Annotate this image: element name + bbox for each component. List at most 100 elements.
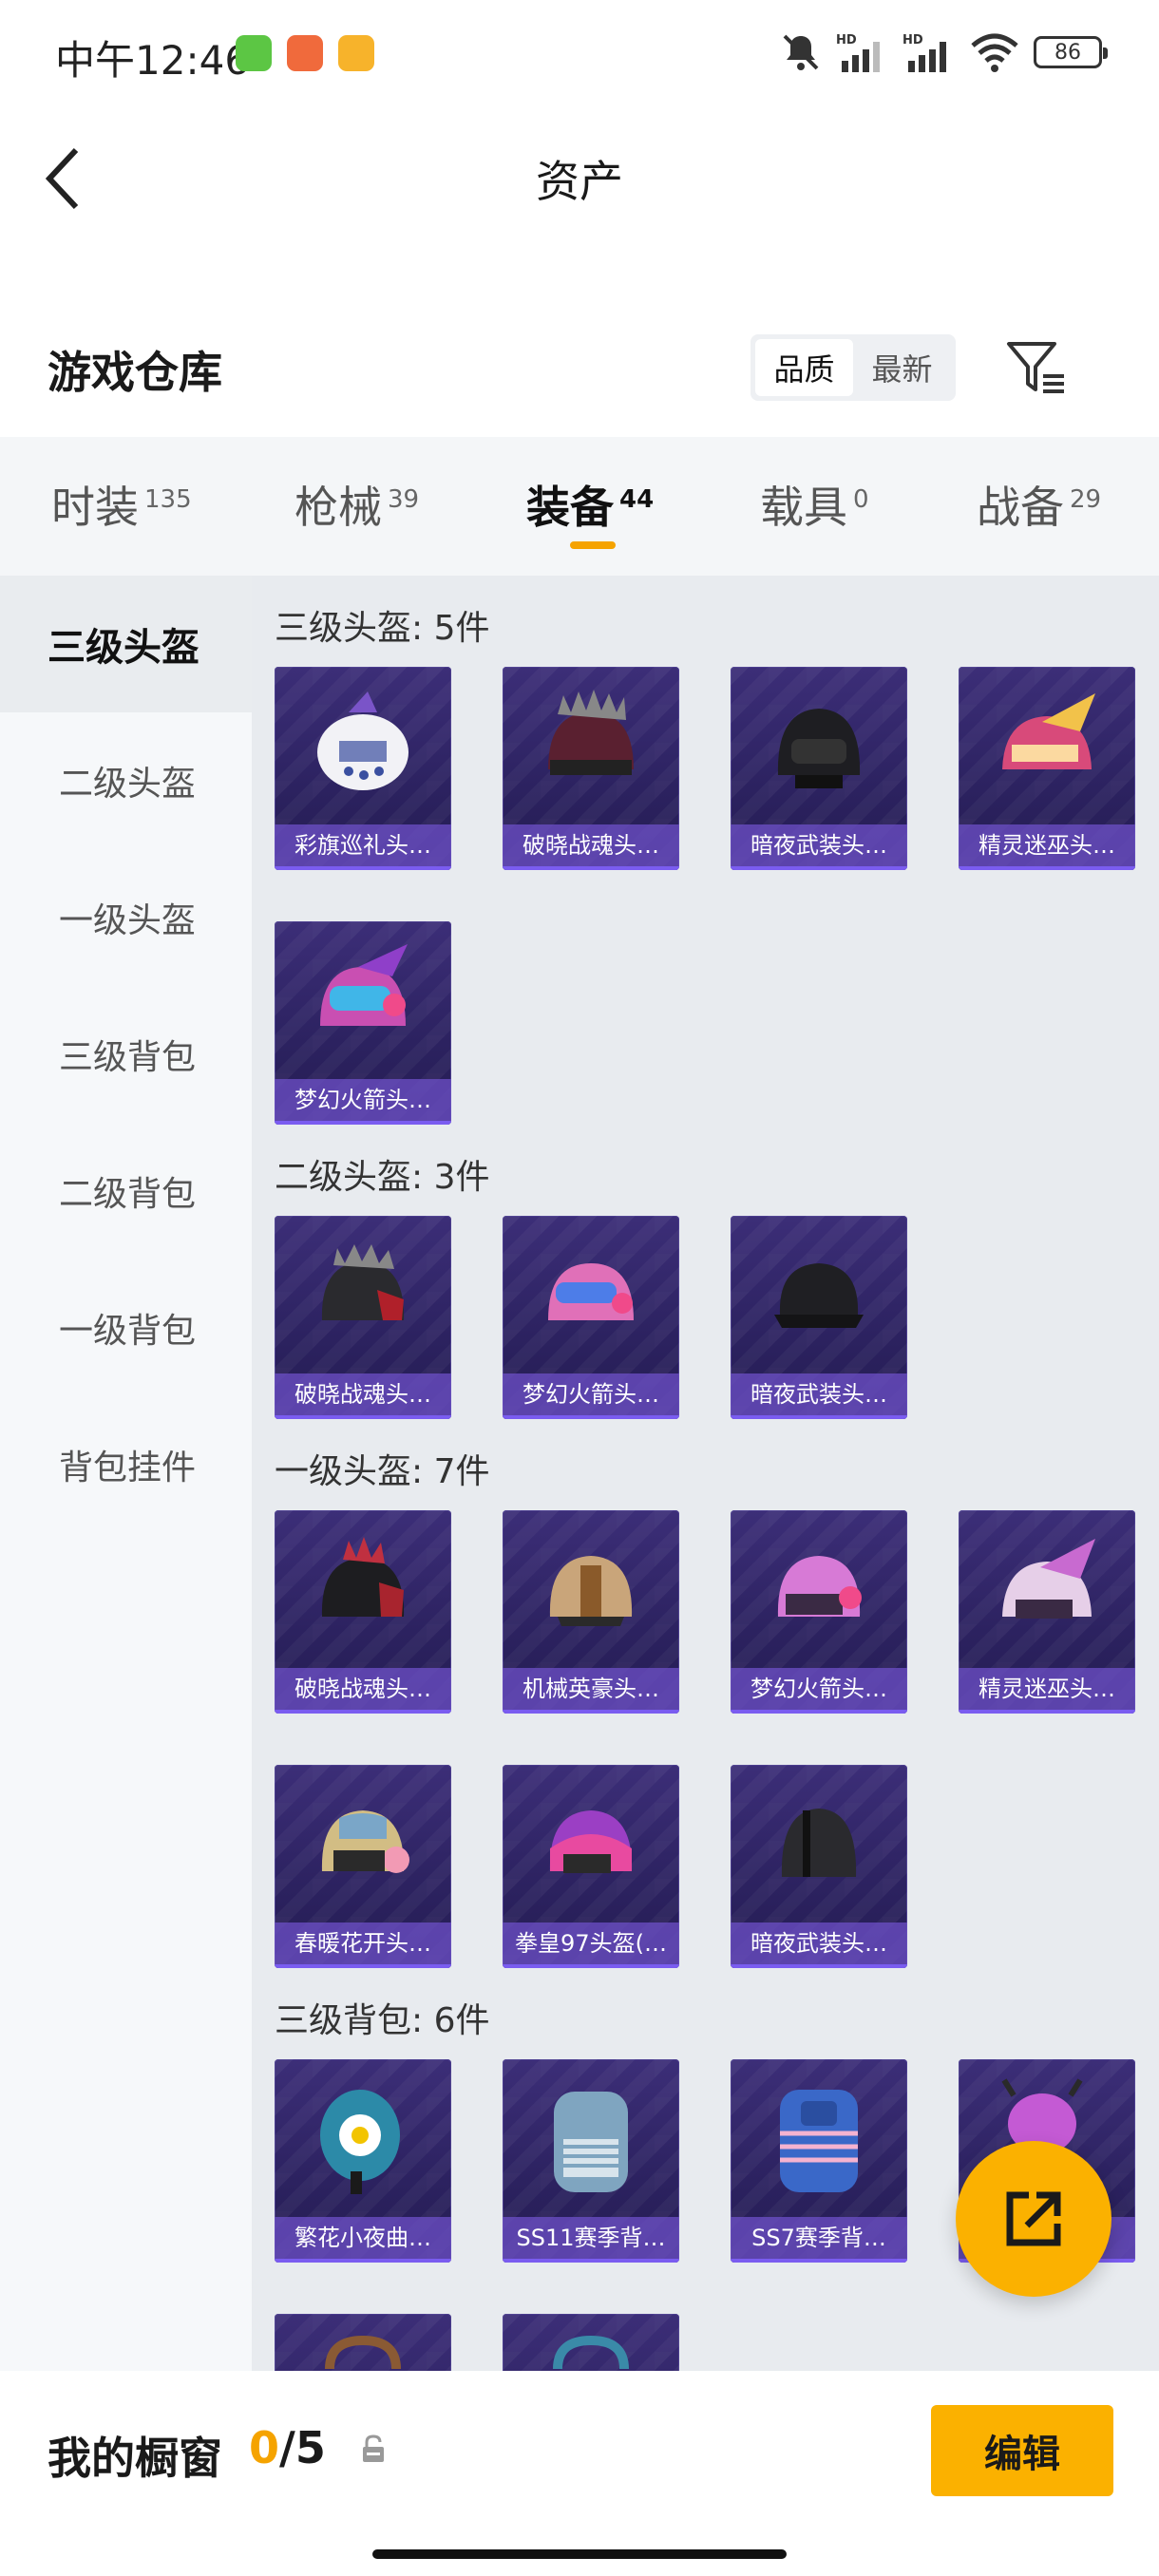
helmet-icon — [777, 709, 861, 788]
external-link-icon — [1006, 2191, 1061, 2246]
tab-label: 载具 — [760, 482, 847, 533]
tab-count: 39 — [388, 484, 420, 514]
item-name: 暗夜武装头… — [731, 1373, 907, 1419]
item-card[interactable]: 暗夜武装头… — [731, 667, 907, 870]
warehouse-title: 游戏仓库 — [48, 347, 222, 398]
item-card[interactable]: 暗夜武装头… — [731, 1765, 907, 1968]
helmet-icon — [549, 1556, 633, 1626]
item-card[interactable]: 梦幻火箭头… — [731, 1510, 907, 1714]
backpack-icon — [554, 2092, 628, 2192]
helmet-icon — [774, 1263, 864, 1328]
helmet-icon — [549, 1810, 633, 1873]
item-grid: 三级头盔: 5件 彩旗巡礼头… 破晓战魂头… 暗夜武装头… 精灵迷巫头… 梦幻火… — [252, 576, 1159, 2371]
store-app-icon — [287, 35, 323, 71]
sidebar-item-lvl3-backpack[interactable]: 三级背包 — [0, 986, 252, 1123]
showcase-current: 0 — [249, 2422, 280, 2473]
tab-count: 0 — [853, 484, 869, 514]
item-card[interactable]: 春暖花开头… — [275, 1765, 451, 1968]
active-tab-indicator — [570, 541, 616, 549]
sidebar-item-lvl2-backpack[interactable]: 二级背包 — [0, 1123, 252, 1260]
item-name: 繁花小夜曲… — [275, 2217, 451, 2263]
mute-icon — [783, 34, 819, 70]
item-name: 破晓战魂头… — [275, 1668, 451, 1714]
item-card[interactable]: 梦幻火箭头… — [275, 921, 451, 1125]
item-card[interactable]: 彩旗巡礼头… — [275, 667, 451, 870]
sort-toggle: 品质 最新 — [750, 334, 956, 401]
item-name: 春暖花开头… — [275, 1923, 451, 1968]
tab-label: 枪械 — [294, 482, 382, 533]
helmet-icon — [1002, 1539, 1095, 1619]
item-name: 彩旗巡礼头… — [275, 824, 451, 870]
lock-icon — [363, 2434, 384, 2462]
showcase-count: 0/5 — [249, 2422, 326, 2473]
tab-count: 135 — [144, 484, 192, 514]
home-indicator[interactable] — [372, 2549, 787, 2559]
item-name: 破晓战魂头… — [503, 824, 679, 870]
battery-icon: 86 — [1034, 36, 1108, 68]
tab-equipment[interactable]: 装备 44 — [526, 473, 654, 536]
item-card[interactable] — [503, 2314, 679, 2371]
item-card[interactable]: 繁花小夜曲… — [275, 2059, 451, 2263]
wifi-icon — [971, 33, 1018, 72]
signal-hd-icon-2: HD — [902, 33, 946, 72]
svg-text:HD: HD — [902, 33, 923, 47]
showcase-label: 我的橱窗 — [48, 2433, 222, 2484]
item-name: SS7赛季背… — [731, 2217, 907, 2263]
item-name: 暗夜武装头… — [731, 824, 907, 870]
helmet-icon — [320, 944, 408, 1026]
item-name: 梦幻火箭头… — [503, 1373, 679, 1419]
item-card[interactable]: 暗夜武装头… — [731, 1216, 907, 1419]
helmet-icon — [548, 690, 634, 775]
group-title: 一级头盔: 7件 — [275, 1452, 490, 1491]
sidebar-item-lvl1-backpack[interactable]: 一级背包 — [0, 1260, 252, 1396]
backpack-icon — [553, 2335, 629, 2370]
item-card[interactable]: 破晓战魂头… — [275, 1216, 451, 1419]
tab-supplies[interactable]: 战备 29 — [977, 473, 1101, 536]
backpack-icon — [780, 2090, 858, 2192]
sidebar-item-lvl3-helmet[interactable]: 三级头盔 — [0, 576, 252, 712]
tab-vehicles[interactable]: 载具 0 — [760, 473, 869, 536]
sidebar: 三级头盔 二级头盔 一级头盔 三级背包 二级背包 一级背包 背包挂件 — [0, 576, 252, 2371]
item-card[interactable]: SS11赛季背… — [503, 2059, 679, 2263]
tab-fashion[interactable]: 时装 135 — [51, 473, 192, 536]
item-card[interactable]: 机械英豪头… — [503, 1510, 679, 1714]
tab-label: 时装 — [51, 482, 139, 533]
item-name: 精灵迷巫头… — [959, 1668, 1135, 1714]
group-title: 三级头盔: 5件 — [275, 609, 490, 648]
item-name: 拳皇97头盔(… — [503, 1923, 679, 1968]
tab-count: 29 — [1070, 484, 1102, 514]
tab-weapons[interactable]: 枪械 39 — [294, 473, 419, 536]
sort-by-newest[interactable]: 最新 — [853, 339, 951, 396]
helmet-icon — [321, 1537, 405, 1617]
sidebar-item-lvl1-helmet[interactable]: 一级头盔 — [0, 849, 252, 986]
backpack-icon — [325, 2335, 401, 2370]
item-name: 精灵迷巫头… — [959, 824, 1135, 870]
item-name: 机械英豪头… — [503, 1668, 679, 1714]
edit-button[interactable]: 编辑 — [931, 2405, 1113, 2496]
item-card[interactable]: 精灵迷巫头… — [959, 667, 1135, 870]
share-button[interactable] — [956, 2141, 1112, 2297]
item-card[interactable]: 破晓战魂头… — [275, 1510, 451, 1714]
item-card[interactable]: 精灵迷巫头… — [959, 1510, 1135, 1714]
helmet-icon — [548, 1263, 634, 1320]
signal-hd-icon: HD — [836, 33, 880, 72]
item-name: 暗夜武装头… — [731, 1923, 907, 1968]
item-card[interactable] — [275, 2314, 451, 2371]
item-card[interactable]: 拳皇97头盔(… — [503, 1765, 679, 1968]
group-title: 三级背包: 6件 — [275, 2001, 490, 2040]
category-tabs: 时装 135 枪械 39 装备 44 载具 0 战备 29 — [0, 437, 1159, 576]
sidebar-item-backpack-charm[interactable]: 背包挂件 — [0, 1396, 252, 1533]
item-card[interactable]: 梦幻火箭头… — [503, 1216, 679, 1419]
item-card[interactable]: 破晓战魂头… — [503, 667, 679, 870]
group-title: 二级头盔: 3件 — [275, 1158, 490, 1197]
filter-button[interactable] — [1005, 338, 1068, 397]
item-name: 破晓战魂头… — [275, 1373, 451, 1419]
sidebar-item-lvl2-helmet[interactable]: 二级头盔 — [0, 712, 252, 849]
download-app-icon — [236, 35, 272, 71]
helmet-icon — [781, 1809, 857, 1877]
sort-by-quality[interactable]: 品质 — [755, 339, 853, 396]
item-card[interactable]: SS7赛季背… — [731, 2059, 907, 2263]
page-title: 资产 — [536, 156, 623, 207]
tab-count: 44 — [619, 484, 655, 514]
item-name: SS11赛季背… — [503, 2217, 679, 2263]
